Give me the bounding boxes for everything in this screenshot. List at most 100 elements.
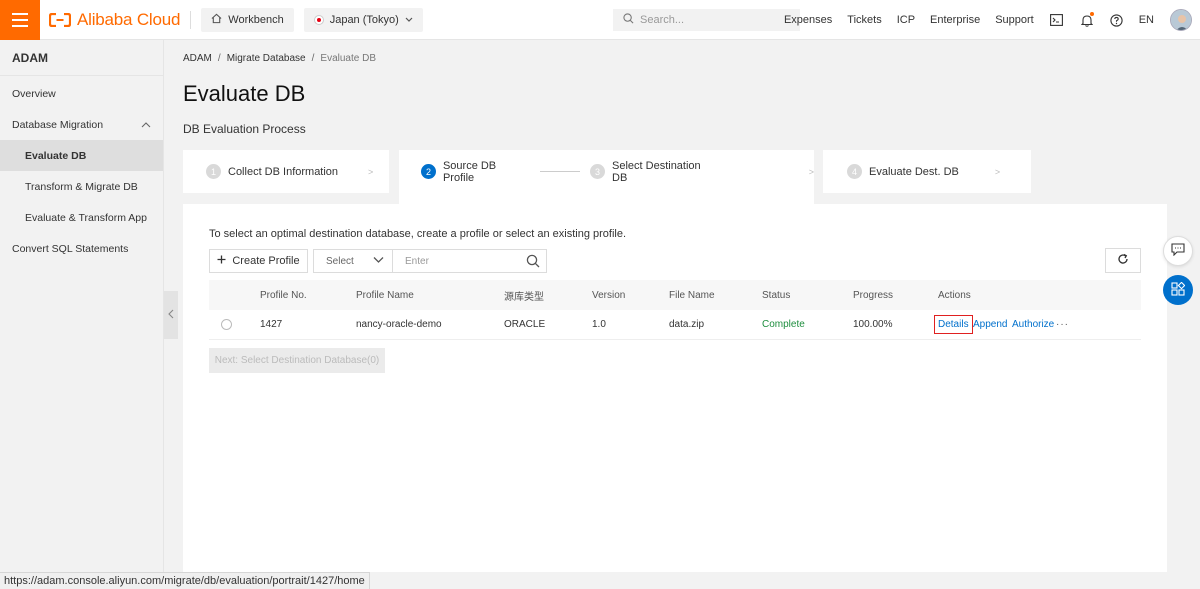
menu-icon-line	[12, 24, 28, 27]
cell-version: 1.0	[592, 319, 606, 330]
step-group-active: 2 Source DB Profile 3 Select Destination…	[399, 150, 814, 193]
top-bar: Alibaba Cloud Workbench Japan (Tokyo) Se…	[0, 0, 1200, 40]
filter-type-select[interactable]: Select	[313, 249, 393, 273]
notification-dot	[1089, 12, 1094, 16]
row-select-radio[interactable]	[221, 319, 232, 330]
nav-expenses[interactable]: Expenses	[784, 14, 832, 26]
sidebar-item-label: Evaluate DB	[25, 149, 87, 162]
details-link[interactable]: Details	[934, 315, 973, 334]
search-icon	[623, 13, 634, 27]
chat-icon	[1171, 243, 1185, 259]
menu-button[interactable]	[0, 0, 40, 40]
brand-name: Alibaba Cloud	[77, 9, 181, 29]
nav-enterprise[interactable]: Enterprise	[930, 14, 980, 26]
chevron-left-icon	[168, 308, 174, 322]
breadcrumb-item-current: Evaluate DB	[320, 53, 376, 64]
help-icon[interactable]	[1109, 12, 1125, 28]
breadcrumb: ADAM / Migrate Database / Evaluate DB	[183, 53, 376, 64]
sidebar-item-label: Overview	[12, 87, 56, 100]
filter-placeholder: Enter	[405, 255, 429, 267]
step-number: 1	[206, 164, 221, 179]
select-value: Select	[326, 255, 354, 267]
create-profile-button[interactable]: Create Profile	[209, 249, 308, 273]
nav-tickets[interactable]: Tickets	[847, 14, 881, 26]
sidebar-item-label: Convert SQL Statements	[12, 242, 129, 255]
workbench-button[interactable]: Workbench	[201, 7, 294, 32]
column-header-actions: Actions	[938, 289, 971, 301]
sidebar-item-label: Database Migration	[12, 118, 104, 131]
step-label: Collect DB Information	[228, 165, 339, 178]
sidebar-collapse-button[interactable]	[164, 291, 178, 339]
filter-input[interactable]: Enter	[392, 249, 547, 273]
column-header-profile-name: Profile Name	[356, 289, 414, 301]
sidebar-item-transform-migrate-db[interactable]: Transform & Migrate DB	[0, 171, 163, 202]
sidebar-item-evaluate-db[interactable]: Evaluate DB	[0, 140, 163, 171]
sidebar-item-label: Transform & Migrate DB	[25, 180, 138, 193]
chevron-down-icon	[373, 256, 384, 267]
step-evaluate-dest-db[interactable]: 4 Evaluate Dest. DB >	[823, 150, 1031, 193]
next-select-destination-button[interactable]: Next: Select Destination Database(0)	[209, 348, 385, 373]
profile-hint: To select an optimal destination databas…	[209, 228, 627, 240]
chevron-right-icon: >	[994, 166, 1001, 177]
apps-grid-icon	[1171, 281, 1186, 299]
menu-icon-line	[12, 18, 28, 21]
sidebar-item-database-migration[interactable]: Database Migration	[0, 109, 163, 140]
table-row[interactable]: 1427 nancy-oracle-demo ORACLE 1.0 data.z…	[209, 310, 1141, 340]
table-header: Profile No. Profile Name 源库类型 Version Fi…	[209, 280, 1141, 310]
home-icon	[211, 13, 222, 27]
step-collect-db-info[interactable]: 1 Collect DB Information >	[183, 150, 389, 193]
more-actions-icon[interactable]: ···	[1056, 319, 1069, 330]
search-icon[interactable]	[526, 254, 540, 271]
append-link[interactable]: Append	[973, 319, 1007, 330]
terminal-icon[interactable]	[1049, 12, 1065, 28]
sidebar-item-overview[interactable]: Overview	[0, 78, 163, 109]
breadcrumb-item-migrate-database[interactable]: Migrate Database	[227, 53, 306, 64]
apps-grid-button[interactable]	[1163, 275, 1193, 305]
plus-icon	[217, 255, 226, 267]
cell-source-type: ORACLE	[504, 319, 546, 330]
cell-profile-no: 1427	[260, 319, 283, 330]
chevron-right-icon: >	[808, 166, 814, 177]
avatar[interactable]	[1170, 9, 1192, 31]
japan-flag-icon	[313, 14, 324, 25]
column-header-profile-no: Profile No.	[260, 289, 307, 301]
browser-status-url: https://adam.console.aliyun.com/migrate/…	[0, 572, 370, 589]
create-profile-label: Create Profile	[232, 255, 300, 267]
sidebar-item-label: Evaluate & Transform App	[25, 211, 147, 224]
column-header-source-type: 源库类型	[504, 291, 544, 303]
bell-icon[interactable]	[1079, 12, 1095, 28]
cell-progress: 100.00%	[853, 319, 893, 330]
alibaba-cloud-logo-icon	[49, 12, 71, 27]
refresh-icon	[1117, 253, 1129, 268]
authorize-link[interactable]: Authorize	[1012, 319, 1054, 330]
region-label: Japan (Tokyo)	[329, 13, 399, 26]
sidebar-item-convert-sql[interactable]: Convert SQL Statements	[0, 233, 163, 264]
sidebar-item-evaluate-transform-app[interactable]: Evaluate & Transform App	[0, 202, 163, 233]
brand-logo[interactable]: Alibaba Cloud	[49, 0, 180, 40]
breadcrumb-separator: /	[311, 53, 315, 64]
step-label: Evaluate Dest. DB	[869, 165, 959, 178]
column-header-file-name: File Name	[669, 289, 715, 301]
step-label-source-db-profile[interactable]: Source DB Profile	[443, 160, 530, 184]
chevron-up-icon	[141, 119, 151, 131]
top-nav: Expenses Tickets ICP Enterprise Support …	[784, 0, 1200, 40]
nav-support[interactable]: Support	[995, 14, 1034, 26]
chevron-right-icon: >	[368, 166, 374, 177]
step-number: 4	[847, 164, 862, 179]
sidebar-title: ADAM	[0, 40, 163, 76]
search-input[interactable]: Search...	[613, 9, 800, 31]
language-switch[interactable]: EN	[1139, 14, 1154, 26]
refresh-button[interactable]	[1105, 248, 1141, 273]
feedback-chat-button[interactable]	[1163, 236, 1193, 266]
nav-icp[interactable]: ICP	[897, 14, 915, 26]
breadcrumb-item-adam[interactable]: ADAM	[183, 53, 212, 64]
process-label: DB Evaluation Process	[183, 122, 306, 136]
chevron-down-icon	[405, 14, 413, 26]
menu-icon-line	[12, 12, 28, 15]
step-label-select-destination-db[interactable]: Select Destination DB	[612, 160, 719, 184]
profile-table: Profile No. Profile Name 源库类型 Version Fi…	[209, 280, 1141, 340]
page-title: Evaluate DB	[183, 81, 306, 106]
step-number: 2	[421, 164, 436, 179]
region-selector[interactable]: Japan (Tokyo)	[303, 7, 423, 32]
breadcrumb-separator: /	[217, 53, 221, 64]
